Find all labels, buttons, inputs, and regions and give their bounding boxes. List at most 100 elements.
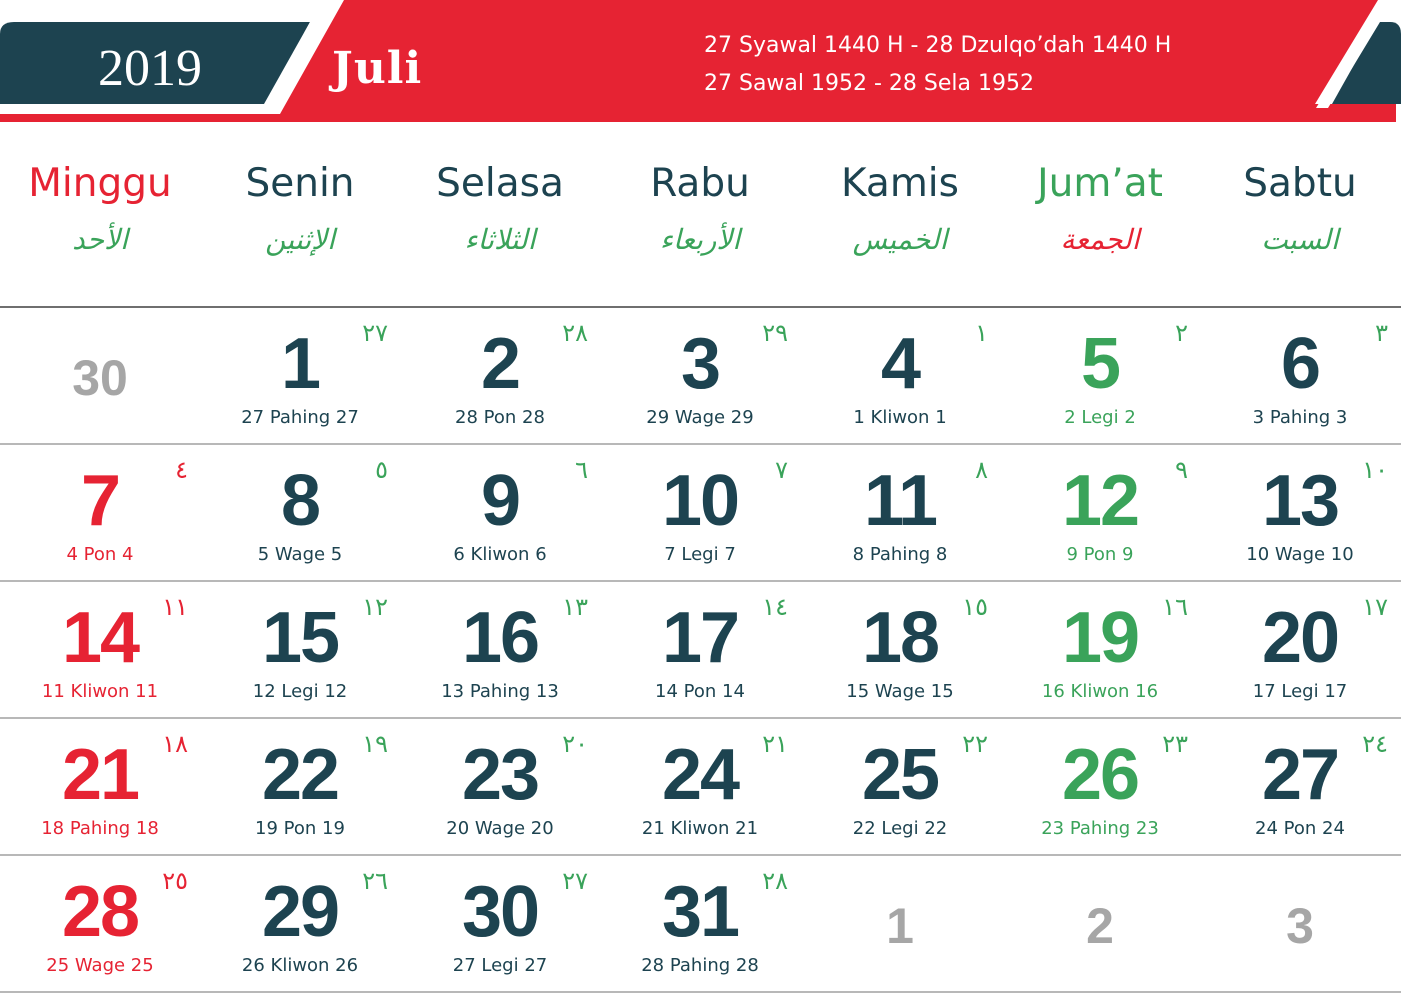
hijri-day: ٢٣ (1162, 730, 1188, 758)
hijri-day: ١٢ (362, 593, 388, 621)
day-cell: 13 ١٠ 10 Wage 10 (1200, 445, 1400, 580)
weekday-saturday: Sabtu السبت (1200, 140, 1400, 306)
day-cell: 16 ١٣ 13 Pahing 13 (400, 582, 600, 717)
hijri-day: ٢ (1175, 319, 1188, 347)
weekday-name: Rabu (650, 161, 750, 206)
weekday-name: Jum’at (1037, 161, 1163, 206)
weekday-arabic: الإثنين (265, 223, 335, 256)
pasaran-label: 12 Legi 12 (252, 681, 348, 702)
pasaran-label: 3 Pahing 3 (1252, 407, 1348, 428)
day-cell: 14 ١١ 11 Kliwon 11 (0, 582, 200, 717)
year-label: 2019 (98, 40, 202, 97)
day-cell: 2 (1000, 856, 1200, 991)
pasaran-label: 29 Wage 29 (646, 407, 754, 428)
pasaran-label: 16 Kliwon 16 (1041, 681, 1159, 702)
pasaran-label: 20 Wage 20 (446, 818, 554, 839)
weekday-name: Minggu (28, 161, 172, 206)
day-grid: 30 1 ٢ ٧ 27 Pahing 27 2 ٢٨ 28 Pon 28 3 ٢٩… (0, 308, 1401, 993)
day-cell: 22 ١٩ 19 Pon 19 (200, 719, 400, 854)
hijri-day: ٢٦ (362, 867, 388, 895)
day-number: 1 (886, 898, 914, 954)
weekday-arabic: الأربعاء (659, 223, 741, 256)
pasaran-label: 19 Pon 19 (255, 818, 345, 839)
day-cell: 25 ٢٢ 22 Legi 22 (800, 719, 1000, 854)
hijri-range-line-1: 27 Syawal 1440 H - 28 Dzulqo’dah 1440 H (704, 33, 1172, 58)
calendar-page: 2019 Juli 27 Syawal 1440 H - 28 Dzulqo’d… (0, 0, 1401, 993)
pasaran-label: 28 Pahing 28 (641, 955, 759, 976)
day-cell: 30 ٢٧ 27 Legi 27 (400, 856, 600, 991)
pasaran-label: 8 Pahing 8 (852, 544, 948, 565)
hijri-day: ٦ (575, 456, 588, 484)
pasaran-label: 27 Pahing 27 (241, 407, 359, 428)
pasaran-label: 9 Pon 9 (1066, 544, 1134, 565)
week-row: 7 ٤ 4 Pon 4 8 ٥ 5 Wage 5 9 ٦ 6 Kliwon 6 … (0, 445, 1401, 582)
day-cell: 4 ١ 1 Kliwon 1 (800, 308, 1000, 443)
month-label: Juli (332, 43, 423, 94)
pasaran-label: 23 Pahing 23 (1041, 818, 1159, 839)
weekday-monday: Senin الإثنين (200, 140, 400, 306)
pasaran-label: 4 Pon 4 (66, 544, 134, 565)
day-cell: 6 ٣ 3 Pahing 3 (1200, 308, 1400, 443)
weekday-name: Selasa (436, 161, 564, 206)
weekday-friday: Jum’at الجمعة (1000, 140, 1200, 306)
day-cell: 23 ٢٠ 20 Wage 20 (400, 719, 600, 854)
pasaran-label: 27 Legi 27 (452, 955, 548, 976)
day-cell: 21 ١٨ 18 Pahing 18 (0, 719, 200, 854)
weekday-tuesday: Selasa الثلاثاء (400, 140, 600, 306)
hijri-day: ٨ (975, 456, 988, 484)
pasaran-label: 28 Pon 28 (455, 407, 545, 428)
weekday-name: Kamis (841, 161, 959, 206)
week-row: 21 ١٨ 18 Pahing 18 22 ١٩ 19 Pon 19 23 ٢٠… (0, 719, 1401, 856)
day-cell: 27 ٢٤ 24 Pon 24 (1200, 719, 1400, 854)
day-cell: 29 ٢٦ 26 Kliwon 26 (200, 856, 400, 991)
weekday-arabic: الجمعة (1060, 223, 1140, 256)
pasaran-label: 26 Kliwon 26 (241, 955, 359, 976)
pasaran-label: 14 Pon 14 (655, 681, 745, 702)
day-cell: 7 ٤ 4 Pon 4 (0, 445, 200, 580)
hijri-day: ١٠ (1362, 456, 1388, 484)
day-cell: 31 ٢٨ 28 Pahing 28 (600, 856, 800, 991)
pasaran-label: 13 Pahing 13 (441, 681, 559, 702)
day-cell: 8 ٥ 5 Wage 5 (200, 445, 400, 580)
day-number: 2 (1086, 898, 1114, 954)
day-cell: 15 ١٢ 12 Legi 12 (200, 582, 400, 717)
pasaran-label: 10 Wage 10 (1246, 544, 1354, 565)
pasaran-label: 6 Kliwon 6 (453, 544, 547, 565)
day-cell: 3 ٢٩ 29 Wage 29 (600, 308, 800, 443)
pasaran-label: 1 Kliwon 1 (853, 407, 947, 428)
hijri-day: ١١ (162, 593, 188, 621)
day-cell: 9 ٦ 6 Kliwon 6 (400, 445, 600, 580)
day-number: 3 (1286, 898, 1314, 954)
day-cell: 5 ٢ 2 Legi 2 (1000, 308, 1200, 443)
day-cell: 1 (800, 856, 1000, 991)
hijri-range: 27 Syawal 1440 H - 28 Dzulqo’dah 1440 H … (704, 27, 1264, 103)
day-cell: 28 ٢٥ 25 Wage 25 (0, 856, 200, 991)
weekday-arabic: الثلاثاء (464, 223, 536, 256)
day-cell: 12 ٩ 9 Pon 9 (1000, 445, 1200, 580)
hijri-day: ١٧ (1362, 593, 1388, 621)
week-row: 30 1 ٢٧ 27 Pahing 27 2 ٢٨ 28 Pon 28 3 ٢٩… (0, 308, 1401, 445)
hijri-day: ٣ (1375, 319, 1388, 347)
pasaran-label: 5 Wage 5 (257, 544, 343, 565)
pasaran-label: 18 Pahing 18 (41, 818, 159, 839)
hijri-day: ٢٢ (962, 730, 988, 758)
hijri-day: ٤ (175, 456, 188, 484)
hijri-day: ٢٠ (562, 730, 588, 758)
weekday-arabic: الخميس (852, 223, 948, 256)
weekday-name: Senin (245, 161, 355, 206)
day-cell: 19 ١٦ 16 Kliwon 16 (1000, 582, 1200, 717)
weekday-arabic: الأحد (72, 223, 128, 256)
day-cell: 26 ٢٣ 23 Pahing 23 (1000, 719, 1200, 854)
javanese-range-line-2: 27 Sawal 1952 - 28 Sela 1952 (704, 71, 1034, 96)
hijri-day: ١٨ (162, 730, 188, 758)
hijri-day: ٢٨ (762, 867, 788, 895)
hijri-day: ٢٨ (562, 319, 588, 347)
hijri-day: ١٣ (562, 593, 588, 621)
weekday-arabic: السبت (1261, 223, 1339, 256)
hijri-day: ١ (975, 319, 988, 347)
weekday-wednesday: Rabu الأربعاء (600, 140, 800, 306)
weekday-header-row: Minggu الأحد Senin الإثنين Selasa الثلاث… (0, 140, 1401, 306)
day-number: 30 (72, 350, 128, 406)
day-cell: 20 ١٧ 17 Legi 17 (1200, 582, 1400, 717)
hijri-day: ٧ (775, 456, 788, 484)
